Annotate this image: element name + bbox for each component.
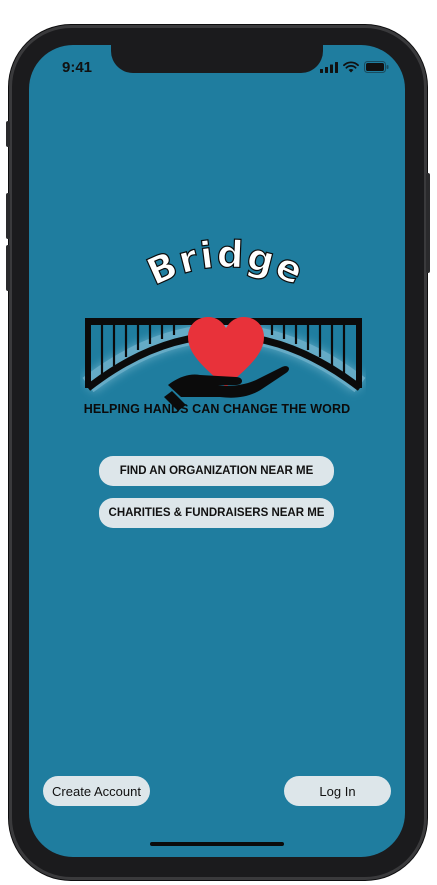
find-organization-label: FIND AN ORGANIZATION NEAR ME [119,465,314,477]
bridge-logo: Bridge [82,233,366,411]
home-indicator[interactable] [150,842,284,846]
login-button[interactable]: Log In [284,776,391,806]
status-time: 9:41 [62,59,93,76]
charities-fundraisers-button[interactable]: CHARITIES & FUNDRAISERS NEAR ME [99,498,334,528]
login-label: Log In [319,783,356,799]
logo-wordmark: Bridge [141,233,312,294]
silent-switch [6,121,10,147]
create-account-label: Create Account [52,783,141,799]
app-screen: 9:41 Bridge HELPING HANDS CAN CHANGE THE… [29,45,405,857]
cellular-signal-icon [320,61,338,73]
camera-notch [111,45,323,73]
volume-up-button [6,193,10,239]
wifi-icon [343,61,359,73]
tagline: HELPING HANDS CAN CHANGE THE WORD [83,402,351,416]
create-account-button[interactable]: Create Account [43,776,150,806]
charities-fundraisers-label: CHARITIES & FUNDRAISERS NEAR ME [108,507,325,519]
battery-icon [364,61,389,73]
status-icons [320,61,389,73]
power-button [426,173,430,273]
find-organization-button[interactable]: FIND AN ORGANIZATION NEAR ME [99,456,334,486]
volume-down-button [6,245,10,291]
